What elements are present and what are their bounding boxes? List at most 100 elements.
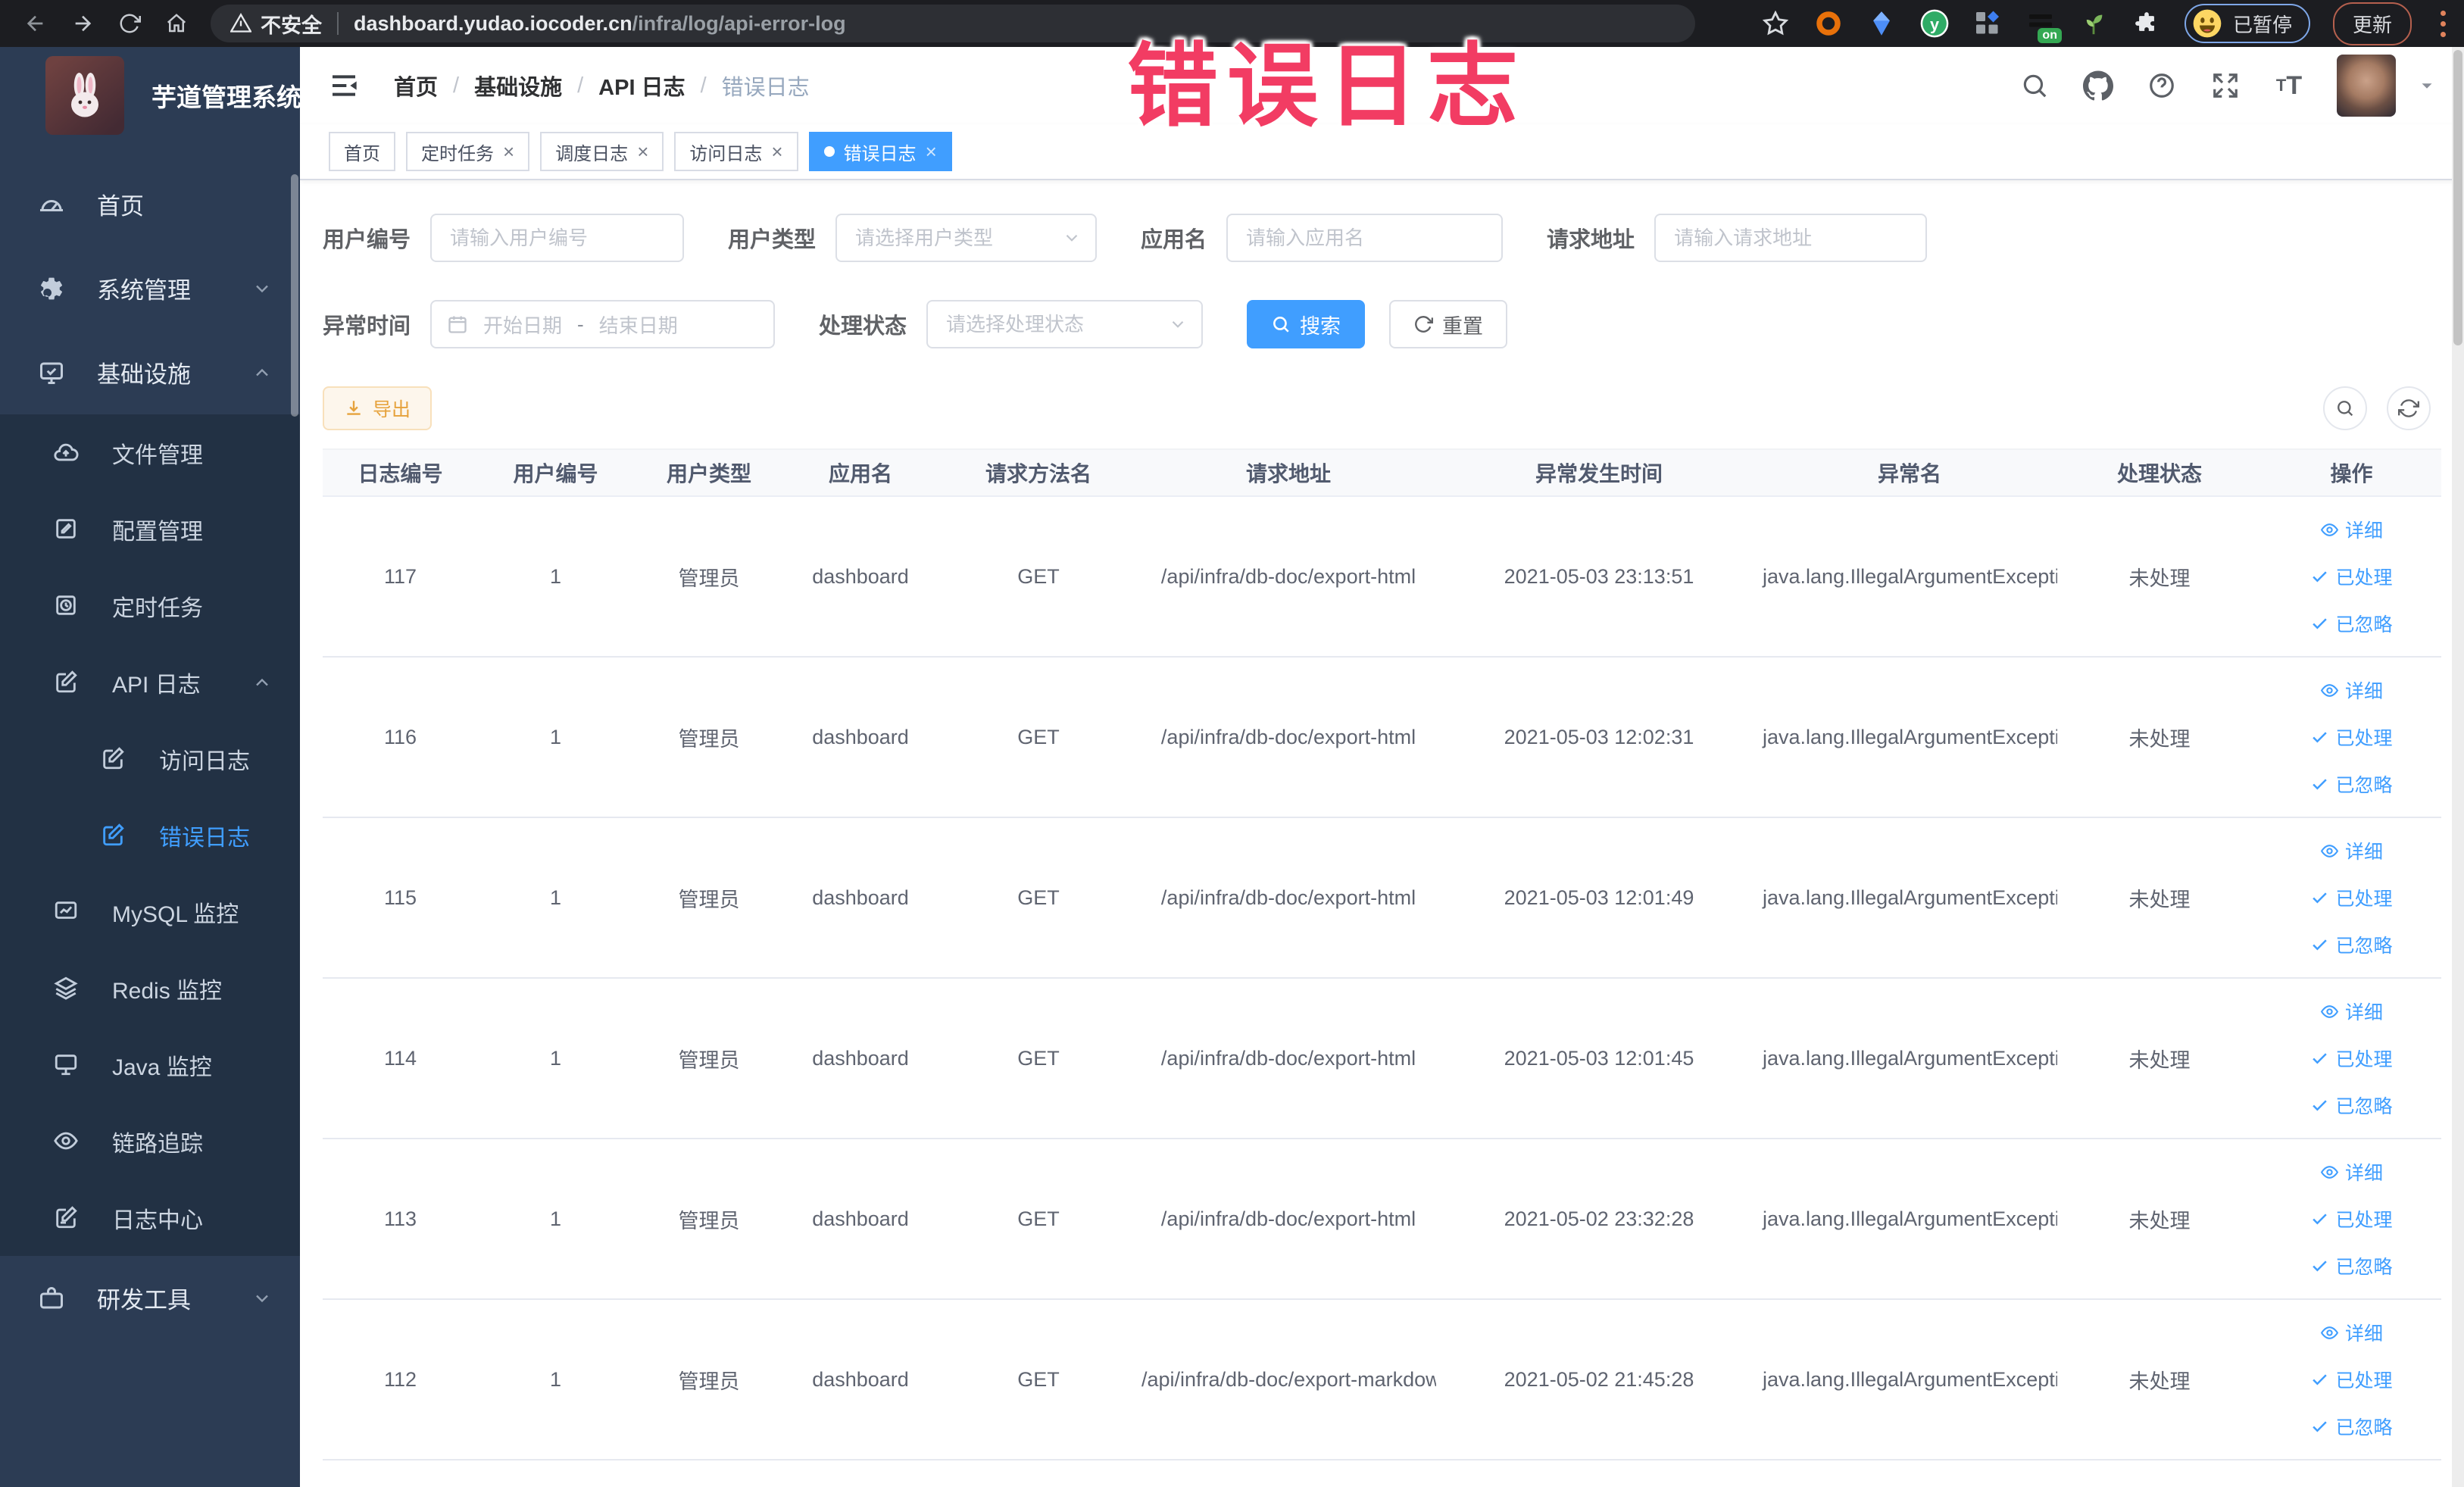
font-size-icon[interactable]: TT [2273,70,2305,102]
sidebar-item-system-manage[interactable]: 系统管理 [0,246,300,330]
process-status-select[interactable] [926,300,1204,348]
mark-processed-link[interactable]: 已处理 [2310,723,2393,751]
cell-log-id: 113 [323,1139,478,1300]
mark-ignored-link[interactable]: 已忽略 [2310,1413,2393,1440]
extension-y-circle-icon[interactable]: y [1919,8,1950,39]
sidebar-item-trace[interactable]: 链路追踪 [0,1103,300,1179]
tag-scheduled-task[interactable]: 定时任务 × [406,132,530,171]
cell-exception-time: 2021-05-03 12:01:45 [1436,978,1762,1139]
sidebar-item-home[interactable]: 首页 [0,162,300,246]
url-path: /infra/log/api-error-log [632,11,846,35]
user-type-select[interactable] [835,214,1098,262]
mark-ignored-link[interactable]: 已忽略 [2310,931,2393,958]
export-button[interactable]: 导出 [323,386,433,430]
task-clock-icon [53,592,80,620]
sidebar-item-mysql-monitor[interactable]: MySQL 监控 [0,873,300,950]
detail-link[interactable]: 详细 [2320,676,2383,704]
hamburger-icon[interactable] [327,69,361,102]
detail-link[interactable]: 详细 [2320,998,2383,1025]
close-icon[interactable]: × [637,142,648,161]
extension-sprout-icon[interactable] [2078,8,2109,39]
close-icon[interactable]: × [771,142,782,161]
app-name-input[interactable] [1226,214,1504,262]
profile-paused-badge[interactable]: 已暂停 [2184,4,2310,43]
table-row: 113 1 管理员 dashboard GET /api/infra/db-do… [323,1139,2441,1300]
scrollbar-thumb[interactable] [2453,50,2462,345]
close-icon[interactable]: × [503,142,514,161]
extension-gem-icon[interactable] [1866,8,1897,39]
reset-button[interactable]: 重置 [1389,300,1508,348]
check-icon [2310,1096,2329,1115]
page-scrollbar[interactable] [2452,47,2464,1487]
sidebar-item-infrastructure[interactable]: 基础设施 [0,330,300,414]
extension-tabs-on-icon[interactable]: on [2025,8,2062,43]
detail-link[interactable]: 详细 [2320,1158,2383,1186]
close-icon[interactable]: × [926,142,937,161]
page-content: 用户编号 用户类型 应用名 [300,180,2464,1460]
mark-ignored-link[interactable]: 已忽略 [2310,1092,2393,1119]
browser-reload-button[interactable] [106,4,153,43]
tag-home[interactable]: 首页 [329,132,395,171]
extensions-puzzle-icon[interactable] [2131,8,2162,39]
tag-dispatch-log[interactable]: 调度日志 × [540,132,664,171]
detail-link[interactable]: 详细 [2320,516,2383,543]
security-chip[interactable]: 不安全 [230,9,322,39]
mark-ignored-link[interactable]: 已忽略 [2310,770,2393,798]
browser-home-button[interactable] [153,4,200,43]
filter-exception-time: 异常时间 开始日期 - 结束日期 [323,300,776,348]
check-icon [2310,728,2329,747]
browser-forward-button[interactable] [59,4,106,43]
sidebar-item-access-log[interactable]: 访问日志 [0,720,300,797]
avatar[interactable] [2337,55,2396,117]
detail-link[interactable]: 详细 [2320,1319,2383,1346]
browser-update-button[interactable]: 更新 [2332,2,2412,45]
cell-app-name: dashboard [785,978,936,1139]
browser-extensions-area: y on 已暂停 更新 [1760,2,2452,45]
filter-process-status: 处理状态 [819,300,1204,348]
search-icon[interactable] [2019,70,2050,102]
hide-search-button[interactable] [2323,386,2367,430]
tag-error-log-active[interactable]: 错误日志 × [808,132,952,171]
sidebar-scrollbar[interactable] [291,174,298,417]
sidebar-logo[interactable]: 芋道管理系统 [0,47,300,135]
mark-ignored-link[interactable]: 已忽略 [2310,1252,2393,1279]
sidebar-item-file-manage[interactable]: 文件管理 [0,414,300,491]
sidebar-item-dev-tools[interactable]: 研发工具 [0,1256,300,1340]
sidebar-item-java-monitor[interactable]: Java 监控 [0,1026,300,1103]
sidebar-item-scheduled-task[interactable]: 定时任务 [0,567,300,644]
mark-processed-link[interactable]: 已处理 [2310,884,2393,911]
cell-user-id: 1 [478,1139,633,1300]
sidebar-item-redis-monitor[interactable]: Redis 监控 [0,950,300,1026]
desktop-icon [53,1051,80,1079]
date-range-picker[interactable]: 开始日期 - 结束日期 [430,300,776,348]
request-url-input[interactable] [1654,214,1928,262]
extension-grid-icon[interactable] [1972,8,2003,39]
mark-processed-link[interactable]: 已处理 [2310,1205,2393,1232]
search-button[interactable]: 搜索 [1247,300,1366,348]
detail-link[interactable]: 详细 [2320,837,2383,864]
caret-down-icon[interactable] [2417,76,2437,95]
help-icon[interactable] [2146,70,2178,102]
sidebar-item-log-center[interactable]: 日志中心 [0,1179,300,1256]
github-icon[interactable] [2082,70,2114,102]
mark-ignored-link[interactable]: 已忽略 [2310,610,2393,637]
mark-processed-link[interactable]: 已处理 [2310,563,2393,590]
bookmark-star-icon[interactable] [1760,8,1791,39]
user-id-input[interactable] [430,214,685,262]
tag-access-log[interactable]: 访问日志 × [674,132,798,171]
breadcrumb-api-log[interactable]: API 日志 [598,70,685,102]
browser-menu-icon[interactable] [2434,10,2452,37]
sidebar-item-error-log[interactable]: 错误日志 [0,797,300,873]
breadcrumb-home[interactable]: 首页 [394,70,438,102]
mark-processed-link[interactable]: 已处理 [2310,1045,2393,1072]
sidebar-item-config-manage[interactable]: 配置管理 [0,491,300,567]
extension-donut-icon[interactable] [1813,8,1844,39]
breadcrumb-infrastructure[interactable]: 基础设施 [474,70,562,102]
browser-back-button[interactable] [12,4,59,43]
check-icon [2310,1257,2329,1276]
view-eye-icon [2320,1002,2339,1021]
refresh-button[interactable] [2387,386,2431,430]
mark-processed-link[interactable]: 已处理 [2310,1366,2393,1393]
sidebar-item-api-log[interactable]: API 日志 [0,644,300,720]
fullscreen-icon[interactable] [2209,70,2241,102]
